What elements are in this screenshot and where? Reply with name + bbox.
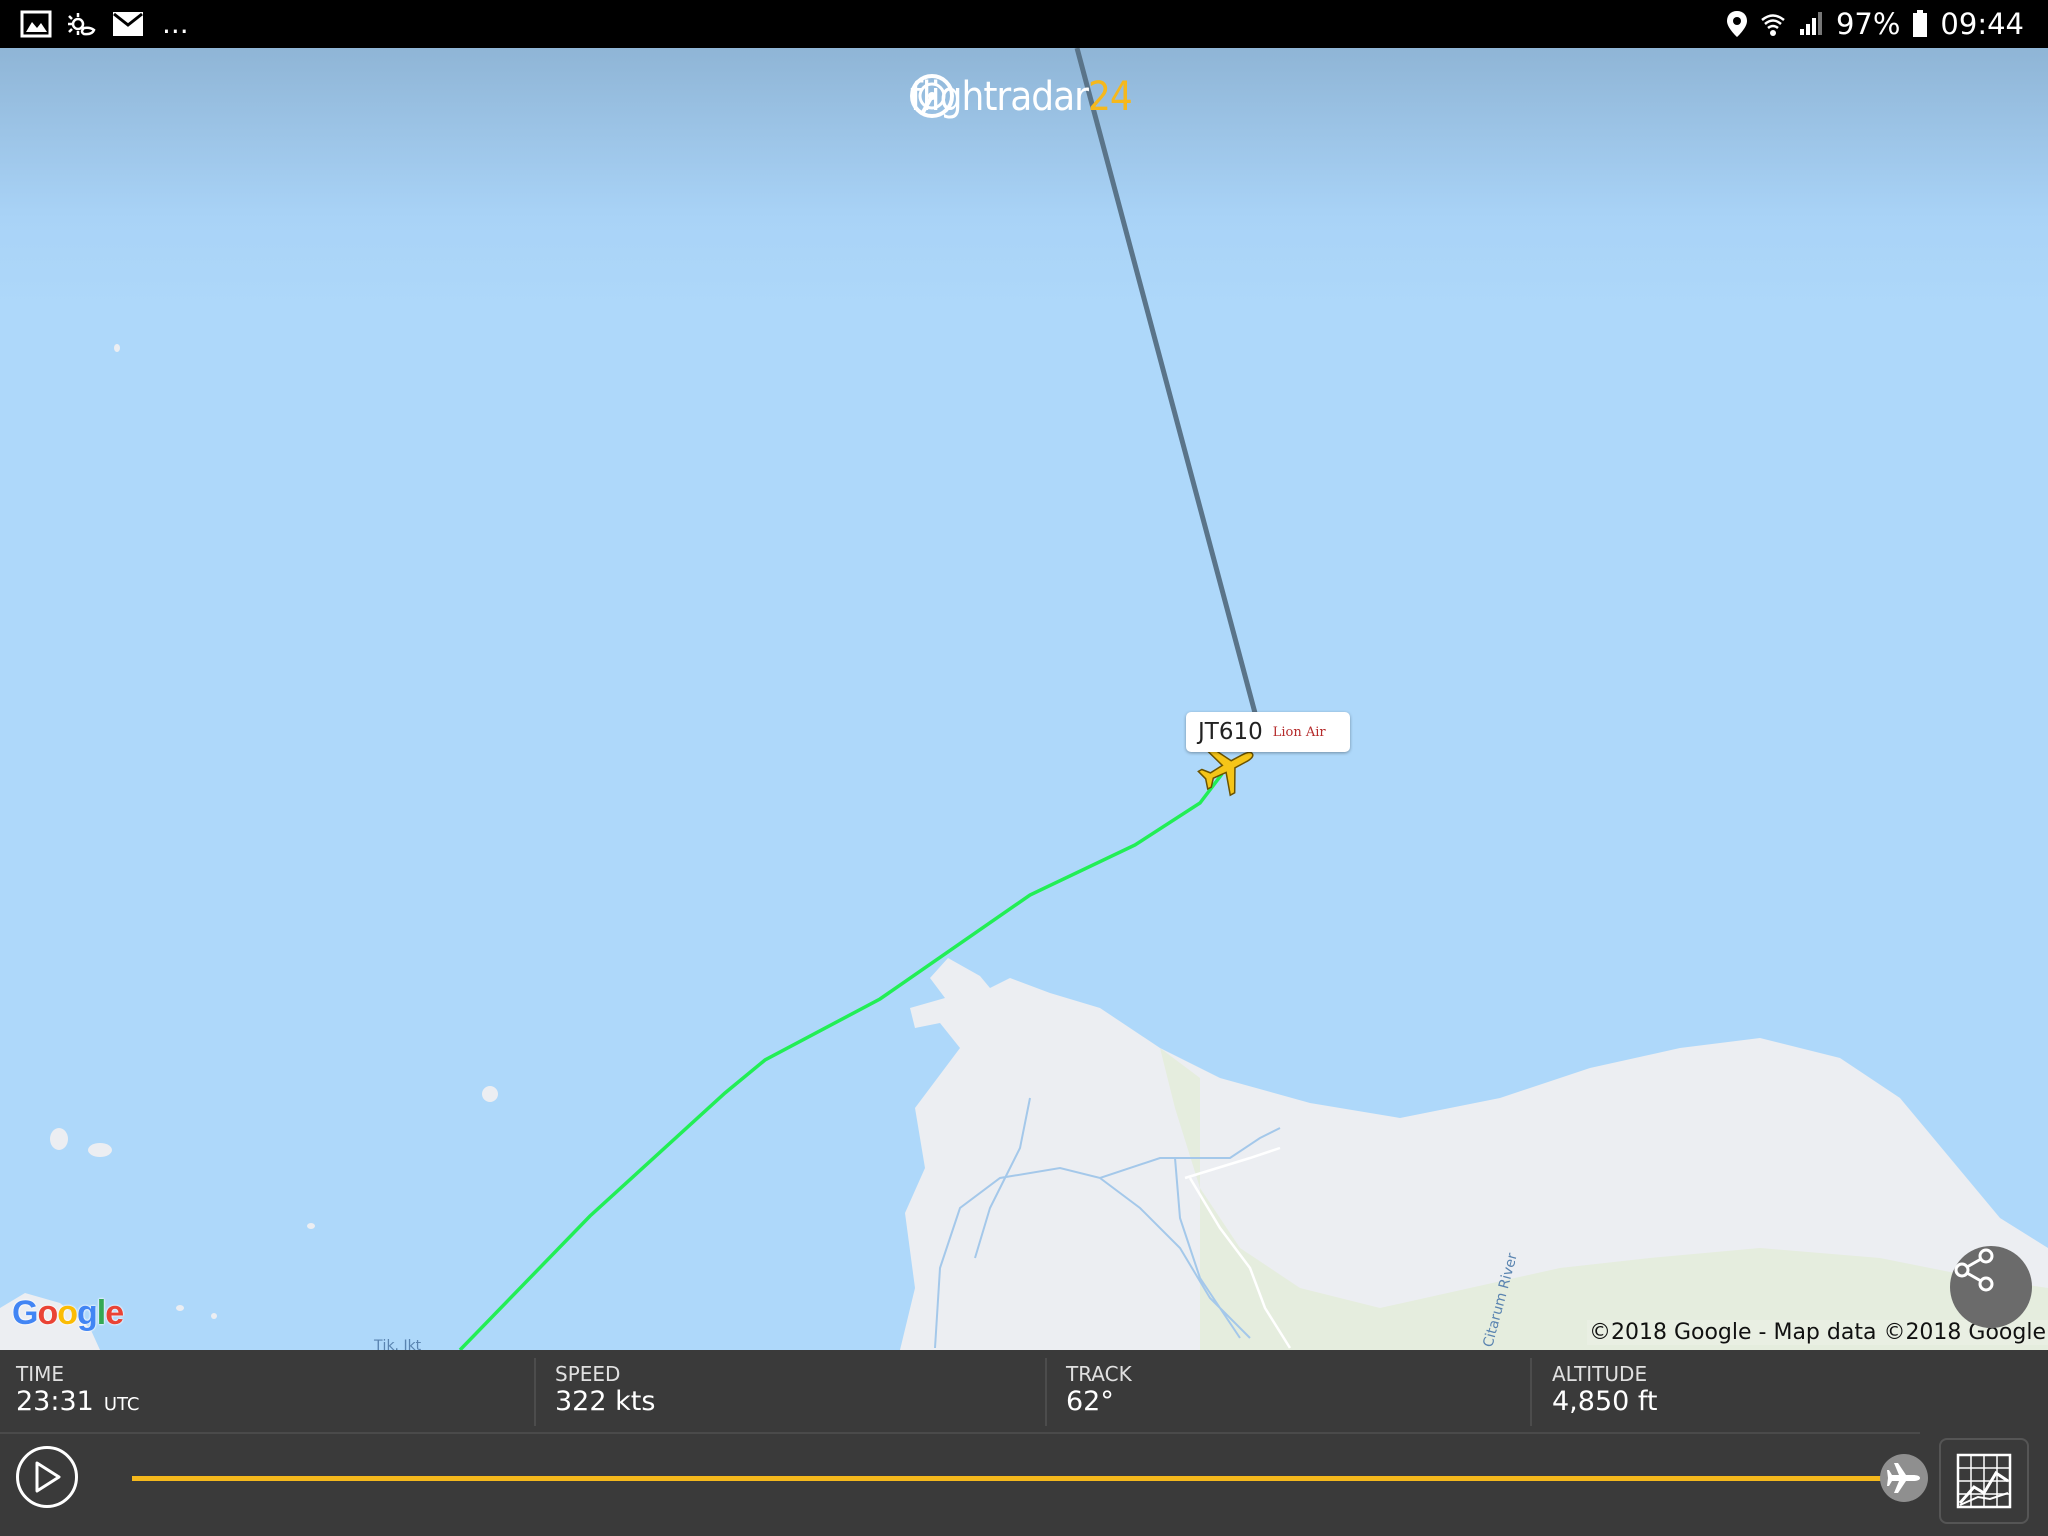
track-stat: TRACK 62° bbox=[1050, 1350, 1530, 1432]
gallery-icon bbox=[20, 10, 52, 38]
time-value-group: 23:31 UTC bbox=[16, 1386, 140, 1417]
graph-button[interactable] bbox=[1939, 1438, 2029, 1524]
island bbox=[307, 1223, 315, 1229]
play-button[interactable] bbox=[16, 1446, 78, 1508]
graph-icon bbox=[1956, 1453, 2012, 1509]
track-label: TRACK bbox=[1066, 1362, 1132, 1386]
more-notifications: ... bbox=[162, 7, 189, 40]
battery-icon bbox=[1913, 10, 1928, 37]
playback-timeline[interactable] bbox=[132, 1476, 1904, 1481]
planned-route-line bbox=[1074, 48, 1258, 714]
clock: 09:44 bbox=[1940, 7, 2024, 41]
signal-icon bbox=[1799, 12, 1822, 35]
place-label-jakarta: Tjk. Jkt bbox=[373, 1338, 422, 1350]
panel-separator bbox=[0, 1432, 1920, 1434]
share-icon bbox=[1954, 1248, 1994, 1292]
airline-logo: Lion Air bbox=[1272, 724, 1326, 740]
speed-label: SPEED bbox=[555, 1362, 621, 1386]
google-logo: Google bbox=[12, 1294, 124, 1332]
timeline-handle[interactable] bbox=[1880, 1454, 1928, 1502]
flight-code: JT610 bbox=[1198, 719, 1263, 745]
radar-icon bbox=[910, 74, 954, 118]
island bbox=[88, 1143, 112, 1157]
map-view[interactable]: Tjk. Jkt Citarum River flightradar24 JT6… bbox=[0, 48, 2048, 1350]
island bbox=[50, 1128, 68, 1150]
flight-label[interactable]: JT610 Lion Air bbox=[1186, 712, 1350, 752]
map-canvas: Tjk. Jkt Citarum River bbox=[0, 48, 2048, 1350]
flightradar24-logo: flightradar24 bbox=[910, 74, 1133, 120]
altitude-value: 4,850 ft bbox=[1552, 1386, 1658, 1417]
time-stat: TIME 23:31 UTC bbox=[0, 1350, 534, 1432]
location-icon bbox=[1726, 11, 1747, 37]
email-icon bbox=[113, 12, 143, 36]
speed-stat: SPEED 322 kts bbox=[539, 1350, 1045, 1432]
time-label: TIME bbox=[16, 1362, 65, 1386]
time-value: 23:31 bbox=[16, 1386, 94, 1417]
island bbox=[176, 1305, 184, 1311]
island bbox=[211, 1313, 217, 1319]
flight-info-panel: TIME 23:31 UTC SPEED 322 kts TRACK 62° AL… bbox=[0, 1350, 2048, 1536]
share-button[interactable] bbox=[1950, 1246, 2032, 1328]
altitude-stat: ALTITUDE 4,850 ft bbox=[1536, 1350, 1936, 1432]
divider bbox=[534, 1358, 536, 1426]
divider bbox=[1045, 1358, 1047, 1426]
island bbox=[482, 1086, 498, 1102]
play-icon bbox=[35, 1461, 61, 1493]
weather-icon bbox=[68, 13, 96, 36]
island bbox=[114, 344, 120, 352]
battery-percent: 97% bbox=[1835, 7, 1901, 41]
wifi-icon bbox=[1761, 14, 1785, 36]
playback-progress bbox=[132, 1476, 1904, 1481]
altitude-label: ALTITUDE bbox=[1552, 1362, 1648, 1386]
time-unit: UTC bbox=[103, 1394, 140, 1415]
airplane-icon bbox=[1887, 1463, 1920, 1493]
speed-value: 322 kts bbox=[555, 1386, 656, 1417]
track-value: 62° bbox=[1066, 1386, 1114, 1417]
status-bar: ... 97% 09:44 bbox=[0, 0, 2048, 48]
divider bbox=[1530, 1358, 1532, 1426]
